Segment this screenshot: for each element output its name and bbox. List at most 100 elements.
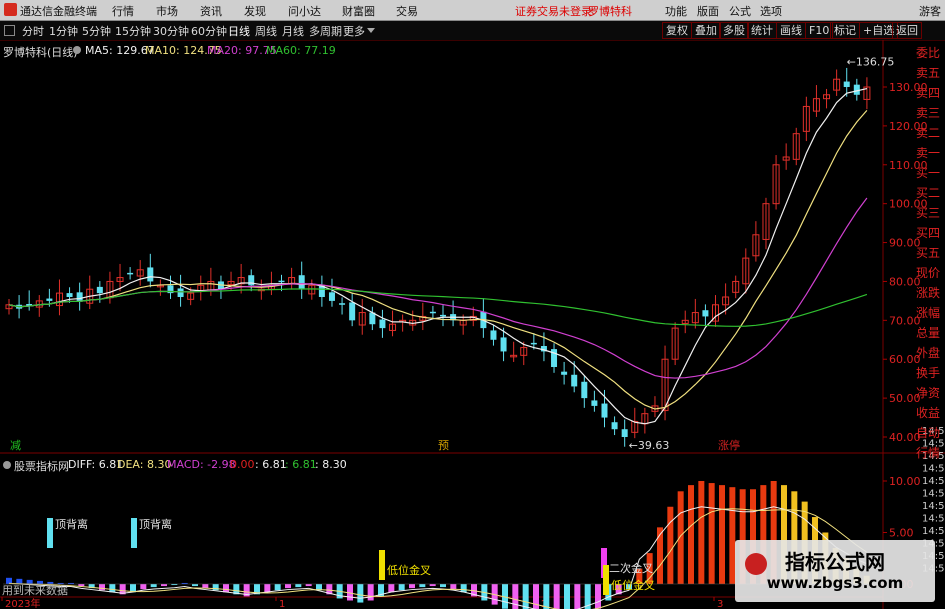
side-panel-item[interactable]: 卖一 (916, 146, 944, 161)
signal-bar (47, 518, 53, 548)
side-panel-item[interactable]: 买二 (916, 186, 944, 201)
current-stock-name: 罗博特科 (588, 5, 632, 18)
candle-body-down (853, 84, 860, 95)
macd-bar (419, 584, 426, 588)
x-axis-label: 3 (717, 599, 723, 609)
candle-body-down (328, 292, 335, 301)
menu-item-wealth[interactable]: 财富圈 (342, 3, 375, 19)
menu-item-market[interactable]: 市场 (156, 3, 178, 19)
high-price-label: ←136.75 (847, 56, 895, 69)
draw-line-button[interactable]: 画线 (776, 22, 806, 39)
menu-item-quotes[interactable]: 行情 (112, 3, 134, 19)
macd-bar (388, 584, 395, 593)
tab-period-monthly[interactable]: 月线 (282, 23, 304, 39)
tab-period-60min[interactable]: 60分钟 (191, 23, 227, 39)
side-panel-item[interactable]: 行情 (916, 446, 944, 461)
macd-bar (698, 481, 705, 584)
side-panel-item[interactable]: 买三 (916, 206, 944, 221)
side-panel-item[interactable]: 换手 (916, 366, 944, 381)
candle-body-down (601, 403, 608, 418)
side-panel-item[interactable]: 买一 (916, 166, 944, 181)
side-panel-item[interactable]: 卖二 (916, 126, 944, 141)
macd-bar (274, 584, 281, 591)
diff-legend: DIFF: 6.81 (68, 458, 124, 471)
menu-item-ask[interactable]: 问小达 (288, 3, 321, 19)
value-legend-1: : 6.81 (255, 458, 287, 471)
candle-body-down (571, 374, 578, 387)
side-panel-item[interactable]: 收益 (916, 406, 944, 421)
candle-body-down (500, 337, 507, 352)
candle-body-down (843, 81, 850, 87)
macd-legend: MACD: -2.98 (167, 458, 236, 471)
time-label: 14:50 (922, 514, 945, 525)
stock-chart[interactable]: 130.00120.00110.00100.0090.0080.0070.006… (0, 40, 945, 609)
menu-item-options[interactable]: 选项 (760, 3, 782, 19)
tab-period-weekly[interactable]: 周线 (255, 23, 277, 39)
tab-period-daily[interactable]: 日线 (228, 23, 250, 39)
toggle-box-icon[interactable] (4, 25, 15, 36)
candle-body-down (611, 422, 618, 430)
macd-bar (202, 584, 209, 589)
signal-label: 顶背离 (55, 517, 88, 531)
candlestick-layer (5, 67, 871, 447)
side-panel-item[interactable]: 委比 (916, 46, 944, 61)
candle-body-down (379, 319, 386, 329)
signal-bar (131, 518, 137, 548)
tab-period-more[interactable]: 更多 (343, 23, 365, 39)
macd-bar (564, 584, 570, 609)
macd-bar (553, 584, 560, 609)
side-panel-item[interactable]: 买五 (916, 246, 944, 261)
chevron-down-icon[interactable] (367, 28, 375, 33)
menu-item-function[interactable]: 功能 (665, 3, 687, 19)
side-panel-item[interactable]: 净资 (916, 386, 944, 401)
menu-item-layout[interactable]: 版面 (697, 3, 719, 19)
ma-lines: ←136.75 ←39.63 减 预 涨停 (8, 56, 895, 452)
side-panel-item[interactable]: 涨跌 (916, 286, 944, 301)
tab-period-multi[interactable]: 多周期 (309, 23, 342, 39)
watermark: 指标公式网 www.zbgs3.com (735, 540, 935, 602)
side-panel-item[interactable]: 买四 (916, 226, 944, 241)
side-panel-item[interactable]: 卖三 (916, 106, 944, 121)
macd-bar (285, 584, 291, 589)
tab-period-30min[interactable]: 30分钟 (153, 23, 189, 39)
tab-period-intraday[interactable]: 分时 (22, 23, 44, 39)
side-panel-item[interactable]: 卖五 (916, 66, 944, 81)
tab-period-5min[interactable]: 5分钟 (82, 23, 111, 39)
candle-body-down (530, 342, 537, 345)
macd-bar (161, 584, 167, 587)
macd-bar (440, 584, 446, 588)
menu-item-formula[interactable]: 公式 (729, 3, 751, 19)
indicator-dot-icon[interactable] (3, 461, 11, 469)
menu-item-trade[interactable]: 交易 (396, 3, 418, 19)
side-panel-item[interactable]: 现价 (916, 266, 944, 281)
future-data-note: 用到未来数据 (2, 584, 68, 597)
trade-login-warning[interactable]: 证券交易未登录 (515, 3, 592, 19)
adjust-button[interactable]: 复权 (662, 22, 692, 39)
side-panel-item[interactable]: 涨幅 (916, 306, 944, 321)
macd-bar (305, 584, 312, 587)
menu-item-news[interactable]: 资讯 (200, 3, 222, 19)
macd-bar (450, 584, 457, 590)
signal-label: 二次金叉 (609, 561, 653, 575)
value-legend-3: : 8.30 (315, 458, 347, 471)
side-panel-item[interactable]: 总量 (916, 326, 944, 341)
app-title: 通达信金融终端 (20, 5, 97, 18)
x-axis-label: 1 (279, 599, 285, 609)
back-button[interactable]: 返回 (892, 22, 922, 39)
side-panel-item[interactable]: 自动 (916, 426, 944, 441)
tab-period-1min[interactable]: 1分钟 (49, 23, 78, 39)
tab-period-15min[interactable]: 15分钟 (115, 23, 151, 39)
signal-bar (603, 565, 609, 595)
guest-user-button[interactable]: 游客 (919, 3, 941, 19)
side-panel-item[interactable]: 外盘 (916, 346, 944, 361)
macd-tick-label: 10.00 (889, 475, 921, 488)
overlay-button[interactable]: 叠加 (691, 22, 721, 39)
side-panel-item[interactable]: 卖四 (916, 86, 944, 101)
multi-stock-button[interactable]: 多股 (719, 22, 749, 39)
stats-button[interactable]: 统计 (747, 22, 777, 39)
macd-bar (543, 584, 550, 609)
settings-dot-icon[interactable] (73, 46, 81, 54)
menu-item-discover[interactable]: 发现 (244, 3, 266, 19)
macd-bar (192, 584, 198, 587)
mark-button[interactable]: 标记 (830, 22, 860, 39)
